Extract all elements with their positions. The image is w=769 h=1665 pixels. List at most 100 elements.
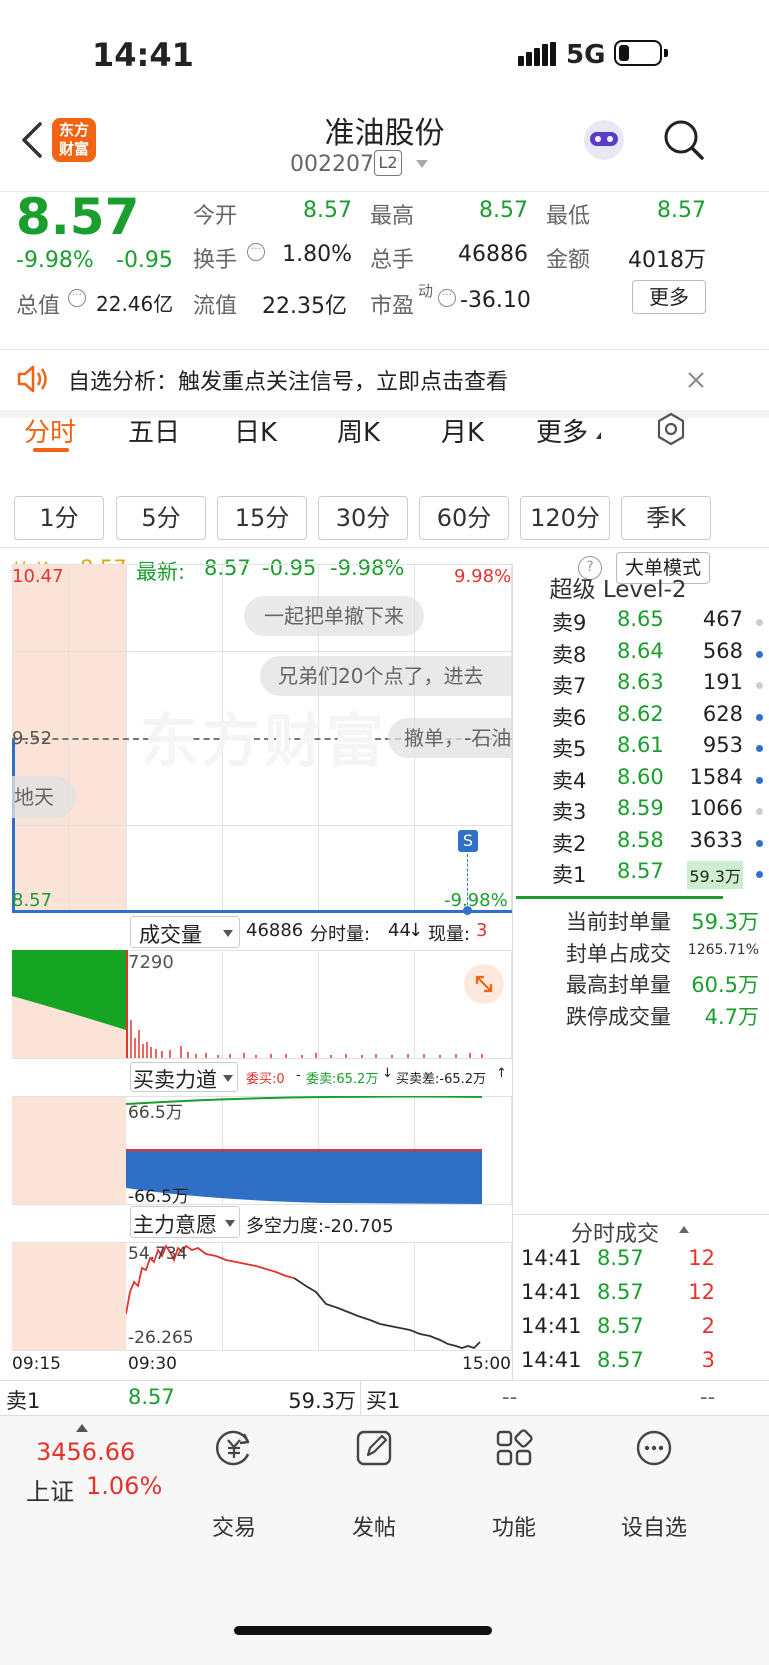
bid-ask-diff: 买卖差:-65.2万 <box>396 1072 487 1087</box>
nav-trade[interactable]: 交易 <box>174 1510 294 1542</box>
ask-level-row[interactable]: 卖1 8.57 59.3万 <box>552 859 769 892</box>
volume-indicator-select[interactable]: 成交量 <box>130 916 240 948</box>
index-name[interactable]: 上证 <box>26 1472 74 1507</box>
period-5min[interactable]: 5分 <box>116 496 206 540</box>
period-30min[interactable]: 30分 <box>318 496 408 540</box>
ask-level-price: 8.58 <box>617 827 664 852</box>
open-label: 今开 <box>193 204 238 229</box>
level-dot-icon <box>756 745 763 752</box>
y-axis-bottom: 8.57 <box>12 890 53 911</box>
danmaku-comment: 地天 <box>12 776 76 818</box>
period-60min[interactable]: 60分 <box>419 496 509 540</box>
open-value: 8.57 <box>303 198 352 223</box>
danmaku-comment: 兄弟们20个点了，进去 <box>260 656 512 696</box>
ask-level-volume: 59.3万 <box>687 861 743 889</box>
more-dots-icon[interactable]: ··· <box>247 243 265 261</box>
function-grid-icon[interactable] <box>494 1428 534 1468</box>
ask-level-row[interactable]: 卖7 8.63 191 <box>552 670 769 703</box>
period-quarter-k[interactable]: 季K <box>621 496 711 540</box>
more-button[interactable]: 更多 <box>632 280 706 314</box>
period-120min[interactable]: 120分 <box>520 496 610 540</box>
tick-trades-panel[interactable]: 分时成交 14:41 8.57 12 14:41 8.57 12 14:41 8.57 2 14:… <box>513 1214 769 1380</box>
auction-volume-bars <box>12 950 126 1058</box>
trade-yuan-icon[interactable] <box>214 1428 254 1468</box>
ask-level-price: 8.63 <box>617 670 664 694</box>
ask-level-price: 8.59 <box>617 796 664 820</box>
nav-add-watchlist[interactable]: 设自选 <box>594 1510 714 1542</box>
tab-active-indicator <box>33 448 69 452</box>
level-dot-icon <box>756 713 763 721</box>
tab-daily-k[interactable]: 日K <box>234 412 277 449</box>
volume-total: 46886 <box>246 920 304 941</box>
expand-icon[interactable] <box>464 964 504 1004</box>
tab-weekly-k[interactable]: 周K <box>337 412 380 449</box>
tab-more[interactable]: 更多 <box>536 412 588 449</box>
main-force-intent-panel[interactable]: 主力意愿 多空力度:-20.705 54.734 -26.265 09:15 0… <box>0 1206 512 1380</box>
post-edit-icon[interactable] <box>354 1428 394 1468</box>
ask-level-label: 卖4 <box>552 768 587 793</box>
orderbook-header[interactable]: 超级 Level-2 <box>513 564 769 610</box>
signal-icon <box>518 42 558 66</box>
ask-level-label: 卖3 <box>552 800 587 824</box>
stock-header: 东方 财富 准油股份 002207 L2 <box>0 110 769 192</box>
ask-total: 委卖:65.2万 <box>306 1072 379 1087</box>
tab-intraday[interactable]: 分时 <box>24 412 76 449</box>
force-top-label: 66.5万 <box>128 1103 183 1123</box>
notice-text: 自选分析：触发重点关注信号，立即点击查看 <box>68 370 509 395</box>
force-indicator-select[interactable]: 买卖力道 <box>130 1062 238 1092</box>
ask-level-row[interactable]: 卖2 8.58 3633 <box>552 828 769 861</box>
signal-badge[interactable]: S <box>458 830 478 852</box>
intent-indicator-select[interactable]: 主力意愿 <box>130 1206 240 1238</box>
long-short-power: 多空力度:-20.705 <box>246 1216 394 1237</box>
nav-post[interactable]: 发帖 <box>314 1510 434 1542</box>
float-label: 流值 <box>193 294 238 319</box>
period-15min[interactable]: 15分 <box>217 496 307 540</box>
seal-stat-value: 60.5万 <box>691 973 759 997</box>
period-1min[interactable]: 1分 <box>14 496 104 540</box>
intraday-price-chart[interactable]: 东方财富 10.47 9.52 8.57 9.98% -9.98% 一起把单撤下… <box>0 564 512 915</box>
ask-level-price: 8.64 <box>617 638 664 663</box>
ask-level-row[interactable]: 卖4 8.60 1584 <box>552 765 769 798</box>
mktcap-value: 22.46亿 <box>96 292 174 316</box>
triangle-icon <box>596 432 601 439</box>
separator <box>360 1381 361 1415</box>
ask-level-row[interactable]: 卖3 8.59 1066 <box>552 796 769 829</box>
tab-five-day[interactable]: 五日 <box>128 412 180 449</box>
home-indicator <box>234 1626 492 1635</box>
pe-label: 市盈 <box>370 294 415 319</box>
status-bar: 14:41 5G <box>0 0 769 110</box>
volume-panel[interactable]: 成交量 46886 分时量: 44 ↓ 现量: 3 7290 <box>0 916 512 1060</box>
robot-assistant-icon[interactable] <box>584 120 624 160</box>
buy-sell-force-panel[interactable]: 买卖力道 委买:0 - 委卖:65.2万 ↓ 买卖差:-65.2万 ↑ 66.5… <box>0 1062 512 1207</box>
search-icon[interactable] <box>662 118 706 162</box>
ask-level-row[interactable]: 卖6 8.62 628 <box>552 702 769 735</box>
more-dots-icon[interactable]: ··· <box>68 289 86 307</box>
notice-bar[interactable]: 自选分析：触发重点关注信号，立即点击查看 <box>0 350 769 418</box>
nav-function[interactable]: 功能 <box>454 1510 574 1542</box>
tick-volume: 2 <box>701 1314 715 1338</box>
amount-value: 4018万 <box>628 248 706 273</box>
dropdown-icon[interactable] <box>416 160 428 168</box>
ask-level-row[interactable]: 卖9 8.65 467 <box>552 607 769 640</box>
seal-stat-label: 跌停成交量 <box>566 1004 671 1029</box>
index-value[interactable]: 3456.66 <box>36 1438 135 1466</box>
minute-volume-label: 分时量: <box>310 924 371 945</box>
index-pct[interactable]: 1.06% <box>86 1472 162 1500</box>
ask-level-row[interactable]: 卖8 8.64 568 <box>552 639 769 672</box>
ask1-volume: 59.3万 <box>288 1389 356 1413</box>
ask-level-label: 卖9 <box>552 611 587 635</box>
settings-gear-icon[interactable] <box>654 412 688 446</box>
tab-monthly-k[interactable]: 月K <box>441 412 484 449</box>
ask-level-volume: 628 <box>702 701 743 726</box>
ask-level-row[interactable]: 卖5 8.61 953 <box>552 733 769 766</box>
separator: - <box>296 1068 301 1083</box>
ask-level-volume: 3633 <box>689 827 743 852</box>
more-circle-icon[interactable] <box>634 1428 674 1468</box>
volume-label: 总手 <box>370 248 415 273</box>
ask-level-price: 8.61 <box>617 733 664 757</box>
close-icon[interactable] <box>686 370 706 390</box>
level-badge[interactable]: L2 <box>374 150 402 176</box>
tick-volume: 12 <box>688 1246 715 1270</box>
more-dots-icon[interactable]: ··· <box>438 289 456 307</box>
ask-level-label: 卖2 <box>552 831 587 856</box>
